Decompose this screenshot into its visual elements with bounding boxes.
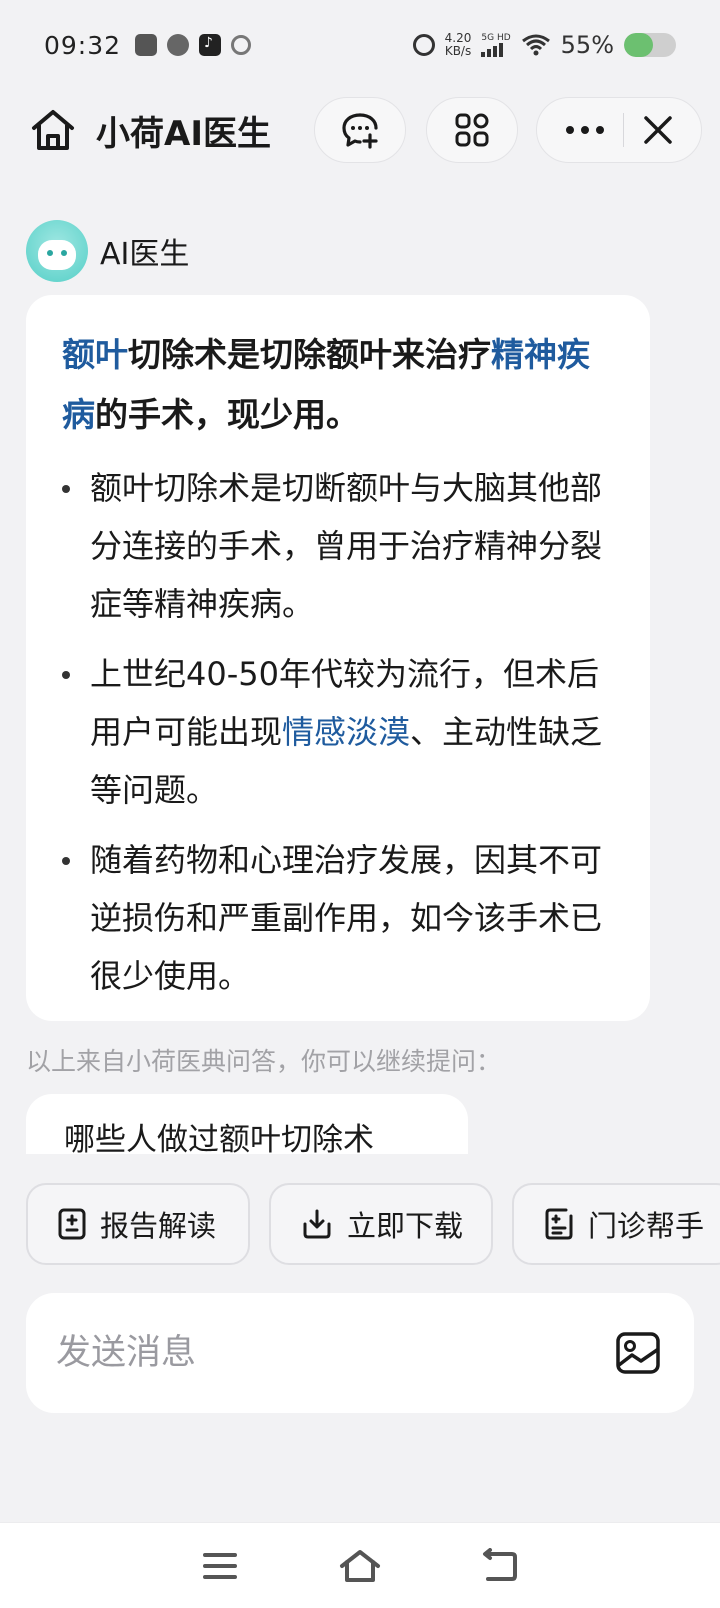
chat-bubble-icon bbox=[167, 34, 190, 56]
home-icon bbox=[32, 110, 74, 150]
source-note: 以上来自小荷医典问答，你可以继续提问： bbox=[26, 1047, 502, 1076]
suggested-question[interactable]: 哪些人做过额叶切除术 bbox=[26, 1094, 468, 1154]
cellular-signal: 5G HD bbox=[481, 33, 511, 57]
app-header: 小荷AI医生 bbox=[0, 95, 720, 165]
bullet-item: 随着药物和心理治疗发展，因其不可逆损伤和严重副作用，如今该手术已很少使用。 bbox=[62, 831, 614, 1005]
back-button[interactable] bbox=[470, 1536, 530, 1596]
wifi-icon bbox=[521, 34, 550, 56]
quick-tools: 报告解读 立即下载 门诊帮手 bbox=[26, 1183, 720, 1267]
net-speed: 4.20 KB/s bbox=[445, 32, 472, 58]
link-icon bbox=[231, 35, 252, 55]
headline-text: 切除术是切除额叶来治疗 bbox=[128, 335, 491, 374]
capsule-menu bbox=[536, 97, 702, 163]
home-outline-icon bbox=[340, 1549, 380, 1582]
tool-label: 门诊帮手 bbox=[588, 1209, 705, 1243]
robot-face-icon bbox=[38, 240, 76, 270]
answer-card: 额叶切除术是切除额叶来治疗精神疾病的手术，现少用。 额叶切除术是切断额叶与大脑其… bbox=[26, 295, 650, 1021]
report-icon bbox=[58, 1208, 86, 1240]
download-icon bbox=[303, 1209, 331, 1239]
system-home-button[interactable] bbox=[330, 1536, 390, 1596]
home-button[interactable] bbox=[28, 105, 78, 155]
tool-clinic-button[interactable]: 门诊帮手 bbox=[512, 1183, 720, 1265]
net-speed-unit: KB/s bbox=[444, 44, 472, 58]
image-icon bbox=[616, 1332, 660, 1374]
assistant-header: AI医生 bbox=[26, 220, 189, 282]
image-upload-button[interactable] bbox=[612, 1327, 664, 1379]
answer-headline: 额叶切除术是切除额叶来治疗精神疾病的手术，现少用。 bbox=[62, 325, 614, 445]
keyword-link[interactable]: 额叶 bbox=[62, 335, 128, 374]
menu-icon bbox=[203, 1552, 237, 1579]
grid-icon bbox=[455, 113, 489, 147]
alarm-icon bbox=[412, 34, 435, 56]
battery-icon bbox=[624, 33, 676, 57]
apps-button[interactable] bbox=[426, 97, 518, 163]
tool-report-button[interactable]: 报告解读 bbox=[26, 1183, 250, 1265]
answer-bullets: 额叶切除术是切断额叶与大脑其他部分连接的手术，曾用于治疗精神分裂症等精神疾病。 … bbox=[62, 459, 614, 1005]
close-button[interactable] bbox=[642, 114, 674, 146]
bullet-item: 额叶切除术是切断额叶与大脑其他部分连接的手术，曾用于治疗精神分裂症等精神疾病。 bbox=[62, 459, 614, 633]
bullet-item: 上世纪40-50年代较为流行，但术后用户可能出现情感淡漠、主动性缺乏等问题。 bbox=[62, 645, 614, 819]
new-chat-button[interactable] bbox=[314, 97, 406, 163]
tool-label: 立即下载 bbox=[347, 1209, 464, 1243]
notification-icons bbox=[135, 34, 252, 56]
chat-add-icon bbox=[342, 113, 378, 149]
more-dots-icon bbox=[565, 126, 604, 134]
network-tag: 5G HD bbox=[481, 33, 511, 43]
status-time: 09:32 bbox=[44, 30, 122, 60]
more-button[interactable] bbox=[565, 125, 605, 135]
tiktok-icon bbox=[199, 34, 222, 56]
system-nav-bar bbox=[0, 1522, 720, 1608]
assistant-name: AI医生 bbox=[100, 237, 190, 272]
capsule-divider bbox=[622, 113, 624, 147]
tool-label: 报告解读 bbox=[100, 1209, 217, 1243]
keyword-link[interactable]: 情感淡漠 bbox=[282, 713, 410, 751]
avatar bbox=[26, 220, 88, 282]
message-app-icon bbox=[135, 34, 158, 56]
back-icon bbox=[483, 1547, 517, 1581]
message-composer bbox=[26, 1293, 694, 1413]
headline-text: 的手术，现少用。 bbox=[95, 395, 359, 434]
page-title: 小荷AI医生 bbox=[96, 113, 271, 154]
battery-percent: 55% bbox=[560, 31, 614, 59]
message-input[interactable] bbox=[56, 1333, 612, 1373]
clinic-icon bbox=[545, 1208, 573, 1240]
tool-download-button[interactable]: 立即下载 bbox=[269, 1183, 493, 1265]
close-icon bbox=[643, 116, 672, 144]
signal-bars-icon bbox=[481, 43, 504, 57]
battery-fill bbox=[624, 33, 653, 57]
status-bar: 09:32 4.20 KB/s 5G HD 55% bbox=[0, 0, 720, 90]
recent-apps-button[interactable] bbox=[190, 1536, 250, 1596]
